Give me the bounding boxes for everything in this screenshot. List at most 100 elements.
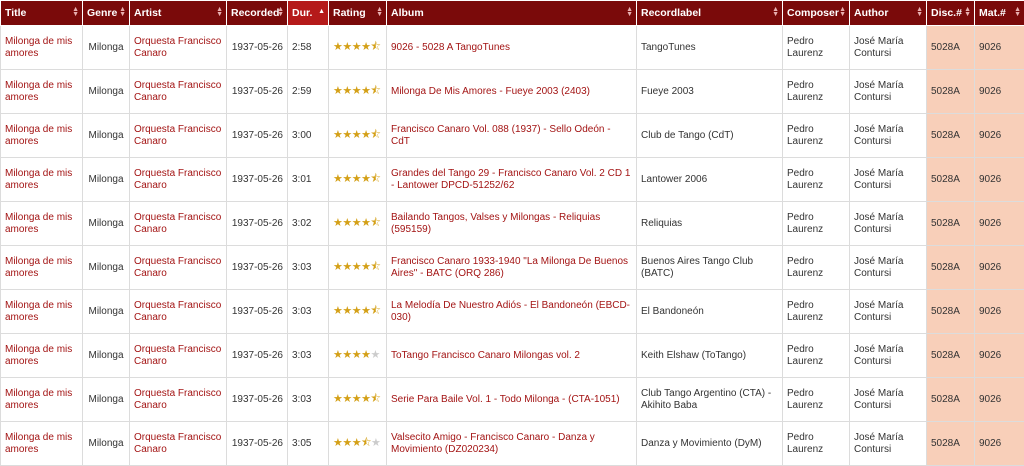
table-row[interactable]: Milonga de mis amoresMilongaOrquesta Fra…	[1, 290, 1024, 334]
star-full-icon: ★	[342, 261, 351, 273]
cell-author: José María Contursi	[850, 114, 927, 158]
cell-recorded: 1937-05-26	[227, 70, 288, 114]
column-header-artist[interactable]: Artist▲▼	[130, 1, 227, 26]
cell-composer: Pedro Laurenz	[783, 334, 850, 378]
star-full-icon: ★	[342, 437, 351, 449]
cell-mat: 9026	[975, 114, 1024, 158]
cell-album[interactable]: Valsecito Amigo - Francisco Canaro - Dan…	[387, 422, 637, 466]
cell-title[interactable]: Milonga de mis amores	[1, 334, 83, 378]
cell-title[interactable]: Milonga de mis amores	[1, 158, 83, 202]
table-row[interactable]: Milonga de mis amoresMilongaOrquesta Fra…	[1, 246, 1024, 290]
cell-artist[interactable]: Orquesta Francisco Canaro	[130, 202, 227, 246]
cell-rating: ★★★★⯪	[329, 246, 387, 290]
rating-stars: ★★★★⯪	[333, 261, 380, 273]
star-full-icon: ★	[361, 305, 370, 317]
star-full-icon: ★	[333, 393, 342, 405]
cell-title[interactable]: Milonga de mis amores	[1, 114, 83, 158]
cell-title[interactable]: Milonga de mis amores	[1, 246, 83, 290]
cell-title[interactable]: Milonga de mis amores	[1, 202, 83, 246]
star-full-icon: ★	[342, 85, 351, 97]
star-full-icon: ★	[361, 173, 370, 185]
table-row[interactable]: Milonga de mis amoresMilongaOrquesta Fra…	[1, 70, 1024, 114]
cell-album[interactable]: 9026 - 5028 A TangoTunes	[387, 26, 637, 70]
cell-duration: 3:02	[288, 202, 329, 246]
column-header-author[interactable]: Author▲▼	[850, 1, 927, 26]
column-header-mat[interactable]: Mat.#▲▼	[975, 1, 1024, 26]
column-header-genre[interactable]: Genre▲▼	[83, 1, 130, 26]
column-header-label: Dur.	[292, 7, 312, 19]
cell-album[interactable]: Grandes del Tango 29 - Francisco Canaro …	[387, 158, 637, 202]
star-full-icon: ★	[342, 41, 351, 53]
column-header-duration[interactable]: Dur.▲	[288, 1, 329, 26]
cell-author: José María Contursi	[850, 202, 927, 246]
column-header-label: Rating	[333, 7, 366, 19]
cell-author: José María Contursi	[850, 290, 927, 334]
star-full-icon: ★	[361, 41, 370, 53]
column-header-label: Recordlabel	[641, 7, 701, 19]
star-half-icon: ⯪	[371, 84, 381, 97]
table-row[interactable]: Milonga de mis amoresMilongaOrquesta Fra…	[1, 378, 1024, 422]
column-header-composer[interactable]: Composer▲▼	[783, 1, 850, 26]
rating-stars: ★★★★★	[333, 349, 380, 361]
cell-album[interactable]: La Melodía De Nuestro Adiós - El Bandone…	[387, 290, 637, 334]
table-header-row: Title▲▼Genre▲▼Artist▲▼Recorded▲▼Dur.▲Rat…	[1, 1, 1024, 26]
column-header-label: Recorded	[231, 7, 279, 19]
cell-artist[interactable]: Orquesta Francisco Canaro	[130, 246, 227, 290]
tracks-table: Title▲▼Genre▲▼Artist▲▼Recorded▲▼Dur.▲Rat…	[0, 0, 1024, 466]
star-half-icon: ⯪	[361, 436, 371, 449]
star-half-icon: ⯪	[371, 40, 381, 53]
cell-composer: Pedro Laurenz	[783, 290, 850, 334]
table-row[interactable]: Milonga de mis amoresMilongaOrquesta Fra…	[1, 422, 1024, 466]
cell-title[interactable]: Milonga de mis amores	[1, 26, 83, 70]
cell-artist[interactable]: Orquesta Francisco Canaro	[130, 70, 227, 114]
cell-artist[interactable]: Orquesta Francisco Canaro	[130, 378, 227, 422]
sort-both-icon: ▲▼	[1014, 7, 1021, 17]
sort-both-icon: ▲▼	[839, 7, 846, 17]
cell-title[interactable]: Milonga de mis amores	[1, 378, 83, 422]
table-row[interactable]: Milonga de mis amoresMilongaOrquesta Fra…	[1, 26, 1024, 70]
star-full-icon: ★	[352, 41, 361, 53]
cell-artist[interactable]: Orquesta Francisco Canaro	[130, 114, 227, 158]
table-row[interactable]: Milonga de mis amoresMilongaOrquesta Fra…	[1, 114, 1024, 158]
cell-album[interactable]: Bailando Tangos, Valses y Milongas - Rel…	[387, 202, 637, 246]
cell-artist[interactable]: Orquesta Francisco Canaro	[130, 26, 227, 70]
cell-recordlabel: Lantower 2006	[637, 158, 783, 202]
rating-stars: ★★★★⯪	[333, 41, 380, 53]
cell-title[interactable]: Milonga de mis amores	[1, 70, 83, 114]
column-header-rating[interactable]: Rating▲▼	[329, 1, 387, 26]
cell-recorded: 1937-05-26	[227, 246, 288, 290]
table-row[interactable]: Milonga de mis amoresMilongaOrquesta Fra…	[1, 158, 1024, 202]
cell-album[interactable]: Milonga De Mis Amores - Fueye 2003 (2403…	[387, 70, 637, 114]
column-header-recorded[interactable]: Recorded▲▼	[227, 1, 288, 26]
sort-both-icon: ▲▼	[216, 7, 223, 17]
column-header-recordlabel[interactable]: Recordlabel▲▼	[637, 1, 783, 26]
cell-artist[interactable]: Orquesta Francisco Canaro	[130, 290, 227, 334]
cell-artist[interactable]: Orquesta Francisco Canaro	[130, 422, 227, 466]
cell-album[interactable]: Serie Para Baile Vol. 1 - Todo Milonga -…	[387, 378, 637, 422]
table-row[interactable]: Milonga de mis amoresMilongaOrquesta Fra…	[1, 334, 1024, 378]
cell-artist[interactable]: Orquesta Francisco Canaro	[130, 158, 227, 202]
column-header-disc[interactable]: Disc.#▲▼	[927, 1, 975, 26]
cell-title[interactable]: Milonga de mis amores	[1, 422, 83, 466]
sort-both-icon: ▲▼	[119, 7, 126, 17]
cell-recorded: 1937-05-26	[227, 158, 288, 202]
cell-composer: Pedro Laurenz	[783, 422, 850, 466]
star-full-icon: ★	[352, 85, 361, 97]
cell-rating: ★★★★⯪	[329, 290, 387, 334]
star-full-icon: ★	[333, 41, 342, 53]
cell-album[interactable]: ToTango Francisco Canaro Milongas vol. 2	[387, 334, 637, 378]
cell-album[interactable]: Francisco Canaro 1933-1940 "La Milonga D…	[387, 246, 637, 290]
cell-recorded: 1937-05-26	[227, 202, 288, 246]
cell-title[interactable]: Milonga de mis amores	[1, 290, 83, 334]
cell-recordlabel: Club Tango Argentino (CTA) - Akihito Bab…	[637, 378, 783, 422]
column-header-album[interactable]: Album▲▼	[387, 1, 637, 26]
cell-rating: ★★★★⯪	[329, 26, 387, 70]
cell-duration: 3:05	[288, 422, 329, 466]
star-half-icon: ⯪	[371, 304, 381, 317]
star-full-icon: ★	[342, 305, 351, 317]
cell-album[interactable]: Francisco Canaro Vol. 088 (1937) - Sello…	[387, 114, 637, 158]
column-header-title[interactable]: Title▲▼	[1, 1, 83, 26]
table-row[interactable]: Milonga de mis amoresMilongaOrquesta Fra…	[1, 202, 1024, 246]
column-header-label: Album	[391, 7, 424, 19]
cell-artist[interactable]: Orquesta Francisco Canaro	[130, 334, 227, 378]
